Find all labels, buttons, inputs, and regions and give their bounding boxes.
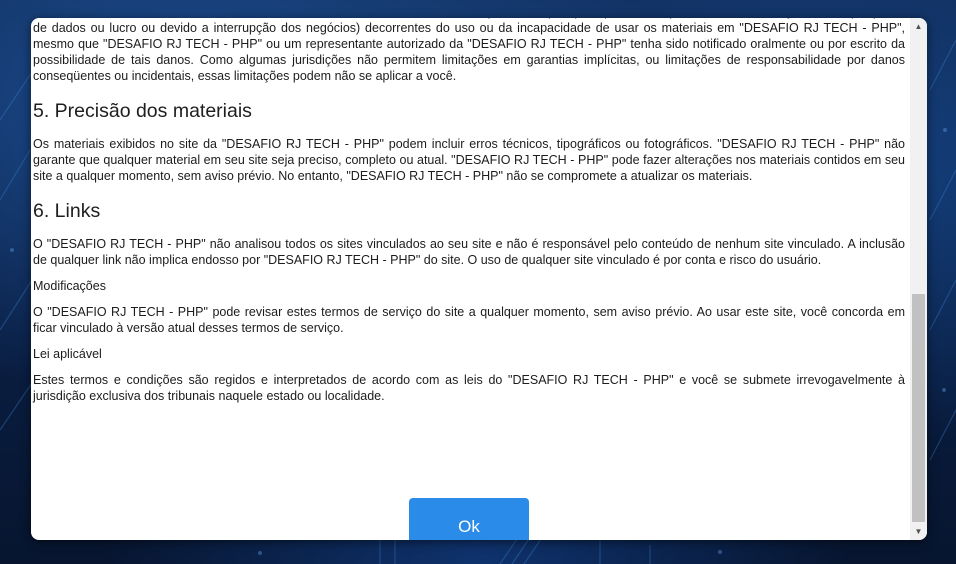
links-paragraph: O "DESAFIO RJ TECH - PHP" não analisou t… [33,237,905,267]
section-heading-accuracy: 5. Precisão dos materiais [33,100,252,122]
modifications-paragraph: O "DESAFIO RJ TECH - PHP" pode revisar e… [33,305,905,335]
accuracy-paragraph: Os materiais exibidos no site da "DESAFI… [33,137,905,183]
terms-content: Em nenhum caso o "DESAFIO RJ TECH - PHP"… [31,18,905,540]
vertical-scrollbar[interactable]: ▲ ▼ [910,18,927,540]
terms-scroll-area[interactable]: Em nenhum caso o "DESAFIO RJ TECH - PHP"… [33,18,905,414]
scroll-down-icon[interactable]: ▼ [910,523,927,540]
modifications-label: Modificações [33,279,106,293]
terms-modal: Em nenhum caso o "DESAFIO RJ TECH - PHP"… [31,18,927,540]
scroll-up-icon[interactable]: ▲ [910,18,927,35]
section-heading-links: 6. Links [33,200,101,222]
governing-law-paragraph: Estes termos e condições são regidos e i… [33,373,905,403]
liability-paragraph: Em nenhum caso o "DESAFIO RJ TECH - PHP"… [33,18,905,83]
governing-law-label: Lei aplicável [33,347,102,361]
ok-button[interactable]: Ok [409,498,529,540]
scrollbar-thumb[interactable] [912,294,925,522]
